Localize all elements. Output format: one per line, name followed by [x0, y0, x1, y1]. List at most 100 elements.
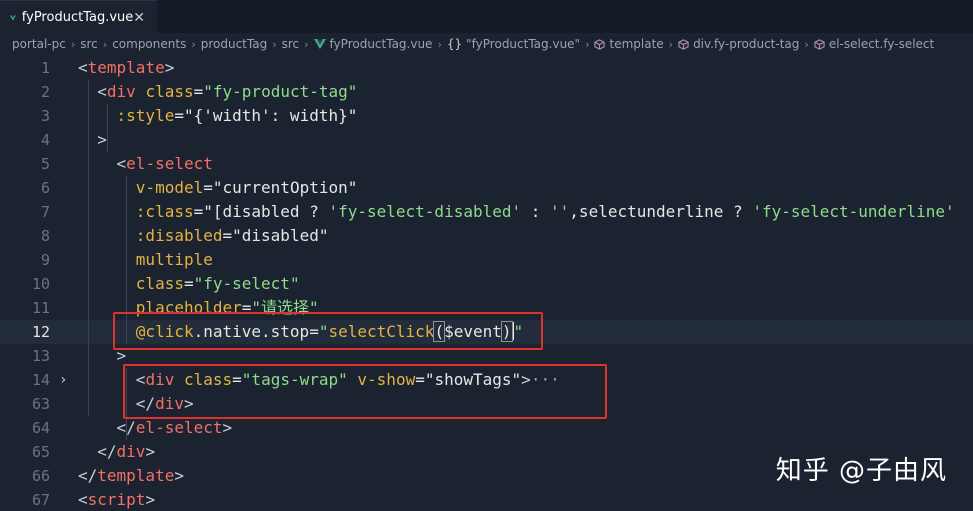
line-number: 2 — [40, 83, 50, 101]
breadcrumb-item[interactable]: {} "fyProductTag.vue" — [447, 37, 580, 51]
code-token: = — [222, 226, 233, 245]
code-line[interactable]: 2 <div class="fy-product-tag" — [0, 80, 973, 104]
breadcrumb-item[interactable]: template — [594, 37, 664, 51]
breadcrumb-item[interactable]: fyProductTag.vue — [313, 37, 433, 51]
breadcrumb: portal-pc › src › components › productTag › src ›… — [0, 33, 973, 55]
code-token: selectClick — [328, 322, 435, 341]
code-token: < — [78, 82, 107, 101]
code-text: </div> — [78, 440, 155, 464]
code-text: :disabled="disabled" — [78, 224, 329, 248]
code-text: <div class="fy-product-tag" — [78, 80, 357, 104]
code-text: class="fy-select" — [78, 272, 300, 296]
code-line[interactable]: 67 <script> — [0, 488, 973, 511]
line-number: 9 — [40, 251, 50, 269]
breadcrumb-label: src — [281, 37, 300, 51]
code-line[interactable]: 64 </el-select> — [0, 416, 973, 440]
code-token: v-show — [357, 370, 416, 389]
code-token: 'fy-select-disabled' — [328, 202, 522, 221]
code-token: v-model — [135, 178, 204, 197]
breadcrumb-item[interactable]: el-select.fy-select — [814, 37, 934, 51]
code-line[interactable]: 11 placeholder="请选择" — [0, 296, 973, 320]
code-line[interactable]: 12 @click.native.stop= " selectClick($even… — [0, 320, 973, 344]
code-line[interactable]: 63 </div> — [0, 392, 973, 416]
fold-chevron-icon[interactable]: › — [59, 368, 67, 392]
breadcrumb-item[interactable]: productTag — [201, 37, 267, 51]
breadcrumb-label: template — [609, 37, 664, 51]
chevron-right-icon: › — [585, 37, 590, 51]
breadcrumb-item[interactable]: portal-pc — [12, 37, 66, 51]
breadcrumb-item[interactable]: div.fy-product-tag — [678, 37, 799, 51]
line-number: 63 — [31, 395, 50, 413]
breadcrumb-label: fyProductTag.vue — [329, 37, 433, 51]
code-text: </div> — [78, 392, 194, 416]
code-line[interactable]: 8 :disabled="disabled" — [0, 224, 973, 248]
code-token: = — [174, 106, 184, 125]
code-token: placeholder — [135, 298, 242, 317]
code-token: "[disabled ? — [203, 202, 329, 221]
code-line[interactable]: 1 <template> — [0, 56, 973, 80]
code-token: = — [193, 202, 204, 221]
code-line[interactable]: 5 <el-select — [0, 152, 973, 176]
code-token: > — [78, 130, 107, 149]
code-token: "{'width': width}" — [183, 106, 358, 125]
code-token: = — [309, 322, 319, 341]
close-icon[interactable]: ✕ — [133, 10, 145, 26]
code-line[interactable]: 9 multiple — [0, 248, 973, 272]
line-number: 67 — [31, 491, 50, 509]
chevron-right-icon: › — [304, 37, 309, 51]
line-number: 5 — [40, 155, 50, 173]
cube-icon — [594, 38, 606, 50]
breadcrumb-item[interactable]: src — [282, 37, 300, 51]
code-token: > — [145, 442, 156, 461]
code-text: v-model="currentOption" — [78, 176, 358, 200]
line-number: 13 — [31, 347, 50, 365]
code-line[interactable]: 7 :class="[disabled ? 'fy-select-disable… — [0, 200, 973, 224]
cube-icon — [814, 38, 825, 50]
breadcrumb-label: productTag — [200, 37, 268, 51]
code-token: template — [97, 466, 175, 485]
breadcrumb-item[interactable]: src — [80, 37, 98, 51]
code-line[interactable]: 4 > — [0, 128, 973, 152]
code-line[interactable]: 14 › <div class="tags-wrap" v-show="showT… — [0, 368, 973, 392]
code-editor[interactable]: 1 <template> 2 <div class="fy-product-tag"… — [0, 55, 973, 511]
code-token: 'fy-select-underline' — [752, 202, 955, 221]
code-line[interactable]: 6 v-model="currentOption" — [0, 176, 973, 200]
indent-guide — [126, 368, 127, 440]
code-line[interactable]: 13 > — [0, 344, 973, 368]
code-token: < — [78, 490, 88, 509]
code-token: " — [513, 322, 524, 341]
code-token: :disabled — [135, 226, 223, 245]
line-number: 11 — [31, 299, 50, 317]
code-token: ··· — [530, 370, 560, 389]
code-token: :class — [135, 202, 194, 221]
breadcrumb-item[interactable]: components — [112, 37, 186, 51]
tab-fyproducttag[interactable]: fyProductTag.vue ✕ — [0, 0, 157, 34]
code-token: > — [183, 394, 194, 413]
code-token: class — [145, 82, 194, 101]
code-text: > — [78, 128, 107, 152]
chevron-right-icon: › — [437, 37, 442, 51]
code-token: </ — [78, 442, 117, 461]
code-line[interactable]: 3 :style="{'width': width}" — [0, 104, 973, 128]
code-text: <script> — [78, 488, 155, 511]
code-line[interactable]: 10 class="fy-select" — [0, 272, 973, 296]
code-text: > — [78, 344, 127, 368]
code-token: "fy-select" — [193, 274, 300, 293]
line-number: 7 — [40, 203, 50, 221]
chevron-right-icon: › — [70, 37, 76, 51]
code-token: '' — [550, 202, 570, 221]
code-token: < — [78, 154, 127, 173]
watermark: 知乎 @子由风 — [775, 456, 947, 486]
indent-guide — [106, 104, 108, 152]
chevron-right-icon: › — [272, 37, 277, 51]
code-token: class — [183, 370, 233, 389]
code-token: div — [106, 82, 136, 101]
code-token: el-select — [135, 418, 223, 437]
line-number: 64 — [31, 419, 50, 437]
code-text: <template> — [78, 56, 174, 80]
code-token: = — [183, 274, 194, 293]
line-number: 14 — [31, 371, 50, 389]
braces-icon: {} — [446, 37, 463, 51]
code-token: = — [203, 178, 213, 197]
